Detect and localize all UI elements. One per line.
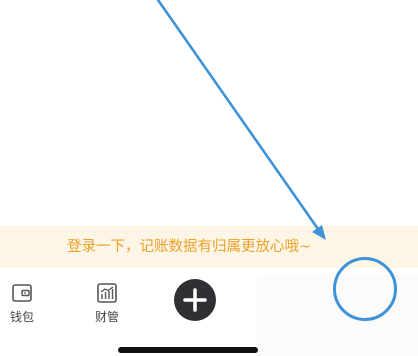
wallet-icon — [12, 284, 32, 302]
finance-chart-icon — [97, 283, 117, 303]
main-content-area — [0, 0, 418, 226]
blurred-nav-region — [257, 275, 418, 356]
home-indicator[interactable] — [118, 347, 258, 353]
plus-icon — [183, 288, 207, 312]
nav-item-wallet[interactable]: 钱包 — [2, 282, 42, 324]
nav-label-wallet: 钱包 — [9, 310, 34, 324]
nav-item-finance[interactable]: 财管 — [87, 282, 127, 324]
add-record-button[interactable] — [174, 279, 216, 321]
login-prompt-text[interactable]: 登录一下，记账数据有归属更放心哦~ — [67, 238, 337, 256]
nav-label-finance: 财管 — [94, 310, 119, 324]
